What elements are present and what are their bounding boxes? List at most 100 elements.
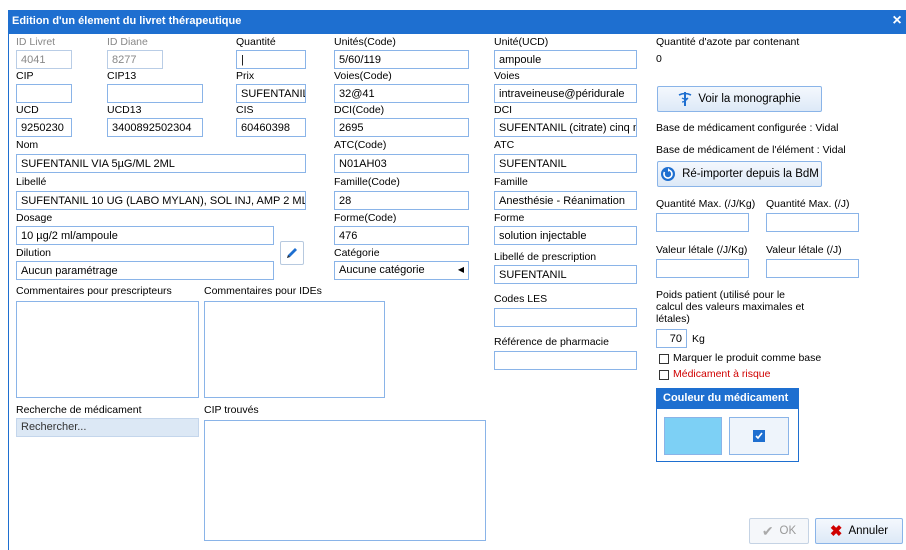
- input-libelle[interactable]: SUFENTANIL 10 UG (LABO MYLAN), SOL INJ, …: [16, 191, 306, 210]
- label-atc: ATC: [494, 139, 515, 151]
- input-poids[interactable]: 70: [656, 329, 687, 348]
- input-quantite[interactable]: |: [236, 50, 306, 69]
- label-medicament-risque: Médicament à risque: [673, 368, 771, 380]
- input-famille[interactable]: Anesthésie - Réanimation: [494, 191, 637, 210]
- input-atc-code[interactable]: N01AH03: [334, 154, 469, 173]
- ok-label: OK: [779, 525, 797, 537]
- label-id-livret: ID Livret: [16, 36, 56, 48]
- window-title: Edition d'un élement du livret thérapeut…: [12, 15, 242, 27]
- label-qte-max-j: Quantité Max. (/J): [766, 198, 850, 210]
- close-icon[interactable]: ×: [890, 12, 904, 30]
- label-dci: DCI: [494, 104, 513, 116]
- input-cip[interactable]: [16, 84, 72, 103]
- input-prix[interactable]: SUFENTANIL: [236, 84, 306, 103]
- input-voies-code[interactable]: 32@41: [334, 84, 469, 103]
- reimporter-button[interactable]: Ré-importer depuis la BdM: [657, 161, 822, 187]
- color-swatch[interactable]: [664, 417, 722, 455]
- color-picker-icon[interactable]: [729, 417, 789, 455]
- label-unite-ucd: Unité(UCD): [494, 36, 549, 48]
- select-categorie-value: Aucune catégorie: [339, 264, 425, 276]
- label-codes-les: Codes LES: [494, 293, 548, 305]
- value-quantite-azote: 0: [656, 53, 662, 65]
- checkbox-marquer-base[interactable]: [659, 354, 669, 364]
- dropdown-arrow-icon: ◀: [457, 265, 464, 274]
- label-libelle-prescription: Libellé de prescription: [494, 251, 597, 263]
- input-qte-max-j[interactable]: [766, 213, 859, 232]
- input-libelle-prescription[interactable]: SUFENTANIL: [494, 265, 637, 284]
- annuler-button[interactable]: ✖ Annuler: [815, 518, 903, 544]
- label-poids-patient: Poids patient (utilisé pour le calcul de…: [656, 289, 805, 325]
- label-dilution: Dilution: [16, 247, 52, 259]
- pencil-icon[interactable]: [280, 241, 304, 265]
- input-cis[interactable]: 60460398: [236, 118, 306, 137]
- ok-button[interactable]: ✔ OK: [749, 518, 809, 544]
- input-reference-pharmacie[interactable]: [494, 351, 637, 370]
- voir-monographie-label: Voir la monographie: [698, 93, 801, 105]
- label-categorie: Catégorie: [334, 247, 380, 259]
- label-dci-code: DCI(Code): [334, 104, 385, 116]
- input-val-letale-jkg[interactable]: [656, 259, 749, 278]
- label-voies: Voies: [494, 70, 520, 82]
- input-famille-code[interactable]: 28: [334, 191, 469, 210]
- input-unites-code[interactable]: 5/60/119: [334, 50, 469, 69]
- annuler-label: Annuler: [848, 525, 889, 537]
- label-val-letale-j: Valeur létale (/J): [766, 244, 842, 256]
- label-qte-max-jkg: Quantité Max. (/J/Kg): [656, 198, 756, 210]
- label-quantite: Quantité: [236, 36, 276, 48]
- label-ucd: UCD: [16, 104, 39, 116]
- label-ucd13: UCD13: [107, 104, 142, 116]
- title-bar: Edition d'un élement du livret thérapeut…: [0, 0, 906, 34]
- label-famille: Famille: [494, 176, 528, 188]
- label-id-diane: ID Diane: [107, 36, 148, 48]
- label-base-element: Base de médicament de l'élément : Vidal: [656, 144, 846, 156]
- checkbox-medicament-risque[interactable]: [659, 370, 669, 380]
- input-unite-ucd[interactable]: ampoule: [494, 50, 637, 69]
- label-dosage: Dosage: [16, 212, 53, 224]
- input-ucd13[interactable]: 3400892502304: [107, 118, 203, 137]
- input-id-diane[interactable]: 8277: [107, 50, 163, 69]
- search-input[interactable]: Rechercher...: [16, 418, 199, 437]
- label-cip: CIP: [16, 70, 34, 82]
- input-dci-code[interactable]: 2695: [334, 118, 469, 137]
- input-dilution[interactable]: Aucun paramétrage: [16, 261, 274, 280]
- reimporter-label: Ré-importer depuis la BdM: [682, 168, 819, 180]
- label-reference-pharmacie: Référence de pharmacie: [494, 336, 609, 348]
- input-atc[interactable]: SUFENTANIL: [494, 154, 637, 173]
- input-codes-les[interactable]: [494, 308, 637, 327]
- label-base-configuree: Base de médicament configurée : Vidal: [656, 122, 839, 134]
- label-prix: Prix: [236, 70, 255, 82]
- color-panel-title: Couleur du médicament: [657, 389, 798, 409]
- input-forme-code[interactable]: 476: [334, 226, 469, 245]
- textarea-commentaires-prescripteurs[interactable]: [16, 301, 199, 398]
- list-cip-trouves[interactable]: [204, 420, 486, 541]
- label-marquer-base: Marquer le produit comme base: [673, 352, 822, 364]
- x-icon: ✖: [829, 523, 843, 540]
- input-nom[interactable]: SUFENTANIL VIA 5µG/ML 2ML: [16, 154, 306, 173]
- label-kg: Kg: [692, 333, 705, 345]
- label-famille-code: Famille(Code): [334, 176, 400, 188]
- input-cip13[interactable]: [107, 84, 203, 103]
- label-forme: Forme: [494, 212, 525, 224]
- input-forme[interactable]: solution injectable: [494, 226, 637, 245]
- voir-monographie-button[interactable]: Voir la monographie: [657, 86, 822, 112]
- select-categorie[interactable]: Aucune catégorie ◀: [334, 261, 469, 280]
- label-recherche-medicament: Recherche de médicament: [16, 404, 142, 416]
- label-cis: CIS: [236, 104, 254, 116]
- label-forme-code: Forme(Code): [334, 212, 397, 224]
- input-id-livret[interactable]: 4041: [16, 50, 72, 69]
- input-dosage[interactable]: 10 µg/2 ml/ampoule: [16, 226, 274, 245]
- refresh-icon: [661, 167, 676, 181]
- input-qte-max-jkg[interactable]: [656, 213, 749, 232]
- color-panel: Couleur du médicament: [656, 388, 799, 462]
- input-voies[interactable]: intraveineuse@péridurale: [494, 84, 637, 103]
- input-ucd[interactable]: 9250230: [16, 118, 72, 137]
- label-unites-code: Unités(Code): [334, 36, 396, 48]
- textarea-commentaires-ides[interactable]: [204, 301, 385, 398]
- label-commentaires-prescripteurs: Commentaires pour prescripteurs: [16, 285, 172, 297]
- label-voies-code: Voies(Code): [334, 70, 392, 82]
- input-dci[interactable]: SUFENTANIL (citrate) cinq m: [494, 118, 637, 137]
- label-quantite-azote: Quantité d'azote par contenant: [656, 36, 800, 48]
- label-cip13: CIP13: [107, 70, 137, 82]
- dialog-body: ID Livret 4041 ID Diane 8277 Quantité | …: [8, 34, 906, 550]
- input-val-letale-j[interactable]: [766, 259, 859, 278]
